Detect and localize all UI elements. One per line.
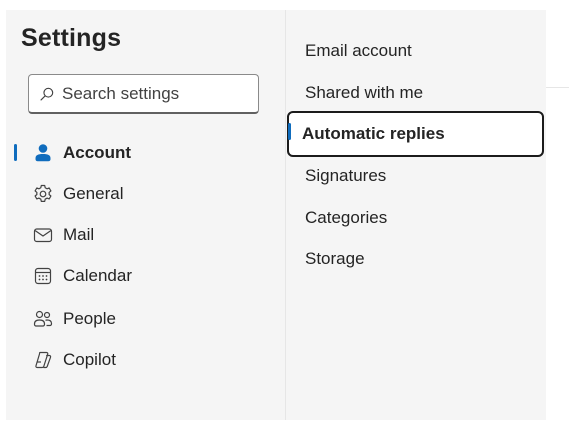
selected-indicator: [14, 144, 17, 161]
mail-icon: [32, 224, 54, 246]
subnav-item-label: Categories: [305, 208, 388, 227]
subnav-item-signatures[interactable]: Signatures: [290, 156, 544, 196]
content-area: [546, 0, 569, 421]
subnav-item-label: Storage: [305, 249, 365, 268]
people-icon: [32, 308, 54, 330]
nav-item-label: General: [63, 184, 124, 203]
subnav-item-automatic-replies[interactable]: Automatic replies: [287, 111, 544, 157]
subnav-item-label: Signatures: [305, 166, 387, 185]
nav-item-mail[interactable]: Mail: [14, 218, 274, 252]
settings-title: Settings: [21, 24, 122, 52]
gear-icon: [32, 183, 54, 205]
subnav-item-label: Email account: [305, 41, 412, 60]
content-divider: [546, 87, 569, 88]
nav-item-calendar[interactable]: Calendar: [14, 259, 274, 293]
nav-item-copilot[interactable]: Copilot: [14, 343, 274, 377]
nav-item-people[interactable]: People: [14, 302, 274, 336]
nav-item-label: Mail: [63, 225, 95, 244]
calendar-icon: [32, 265, 54, 287]
nav-item-account[interactable]: Account: [14, 136, 274, 170]
subnav-item-label: Automatic replies: [302, 124, 445, 143]
nav-item-label: People: [63, 309, 116, 328]
nav-item-general[interactable]: General: [14, 177, 274, 211]
search-settings-box[interactable]: [28, 74, 259, 114]
selected-indicator: [288, 123, 291, 140]
subnav-item-email-account[interactable]: Email account: [290, 31, 544, 71]
search-settings-input[interactable]: [62, 83, 252, 104]
nav-item-label: Account: [63, 143, 131, 162]
copilot-icon: [32, 349, 54, 371]
subnav-item-shared-with-me[interactable]: Shared with me: [290, 73, 544, 113]
nav-item-label: Calendar: [63, 266, 132, 285]
subnav-item-storage[interactable]: Storage: [290, 239, 544, 279]
person-icon: [32, 142, 54, 164]
search-icon: [40, 87, 54, 101]
subnav-item-label: Shared with me: [305, 83, 424, 102]
subnav-item-categories[interactable]: Categories: [290, 198, 544, 238]
nav-item-label: Copilot: [63, 350, 116, 369]
